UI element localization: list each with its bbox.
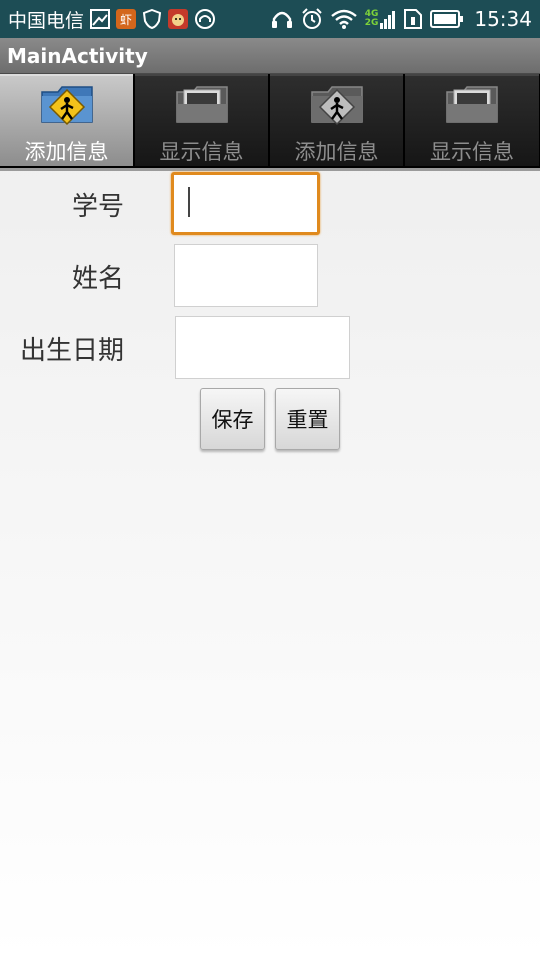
student-id-input[interactable] [171,172,320,235]
app-title: MainActivity [7,44,148,68]
name-input[interactable] [174,244,318,307]
birthdate-input[interactable] [175,316,350,379]
reset-button[interactable]: 重置 [275,388,340,450]
photo-folder-icon [175,82,229,128]
tab-label: 显示信息 [159,140,244,164]
headset-icon [194,9,216,29]
tab-divider [0,168,540,171]
network-2g-label: 2G [364,18,379,28]
status-right: 4G 2G 15:34 [271,7,532,31]
status-left: 中国电信 虾 [8,6,216,33]
text-cursor [188,187,190,217]
headphones-icon [271,9,293,29]
game-icon [168,9,189,29]
alarm-icon [301,8,323,30]
tab-label: 添加信息 [294,140,379,164]
app-notification-icon: 虾 [116,9,137,29]
network-type: 4G 2G [365,10,379,28]
signal-icon [380,9,396,29]
tab-add-info-1[interactable]: 添加信息 [0,74,133,166]
tab-show-info-2[interactable]: 显示信息 [405,74,539,166]
birthdate-label: 出生日期 [19,336,124,366]
add-person-folder-icon [310,82,364,128]
add-person-folder-icon [40,82,94,128]
status-bar: 中国电信 虾 4G 2G 15:34 [0,0,540,38]
carrier-name: 中国电信 [8,9,85,32]
name-label: 姓名 [71,264,124,294]
gallery-icon [90,9,111,29]
save-button[interactable]: 保存 [200,388,265,450]
sim-icon [404,9,423,29]
tab-show-info-1[interactable]: 显示信息 [135,74,268,166]
battery-icon [430,10,464,28]
tab-add-info-2[interactable]: 添加信息 [270,74,403,166]
tab-label: 添加信息 [24,140,109,164]
shield-icon [142,9,162,29]
wifi-icon [330,9,357,29]
student-id-label: 学号 [71,192,124,222]
tab-bar: 添加信息 显示信息 添加信息 显示信息 [0,74,540,168]
svg-text:虾: 虾 [120,13,132,27]
photo-folder-icon [445,82,499,128]
title-bar: MainActivity [0,38,540,74]
tab-label: 显示信息 [430,140,514,164]
clock: 15:34 [474,7,532,31]
